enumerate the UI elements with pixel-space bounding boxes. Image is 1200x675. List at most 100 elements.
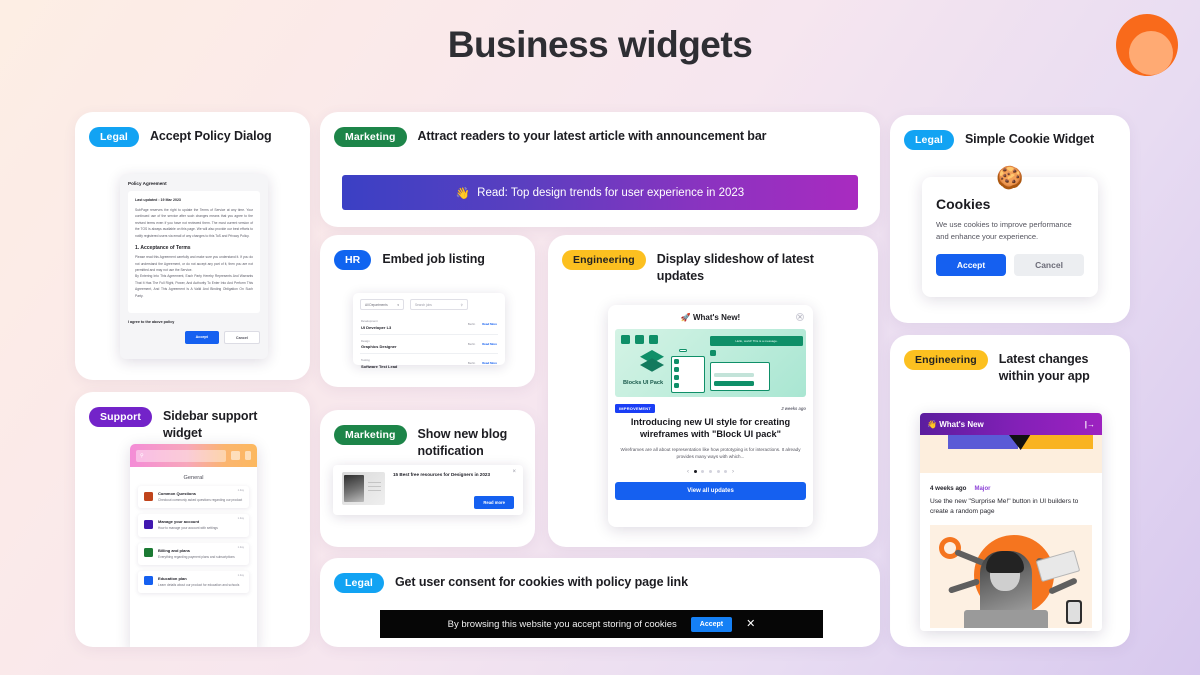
- hero-toast-text: Hello, world! This is a message.: [735, 339, 778, 343]
- card-announcement-bar[interactable]: Marketing Attract readers to your latest…: [320, 112, 880, 227]
- rocket-icon: 🚀: [680, 313, 691, 322]
- support-item-row: Billing and plans Everything regarding p…: [144, 548, 243, 560]
- support-item-row: Education plan Learn details about our p…: [144, 576, 243, 588]
- pagination-dot-active[interactable]: [693, 470, 697, 474]
- card-blog-notification[interactable]: Marketing Show new blog notification × 1…: [320, 410, 535, 547]
- whats-new-illustration: [930, 525, 1092, 629]
- job-row[interactable]: Design Graphics Designer Berlin Read Mor…: [360, 335, 498, 354]
- search-icon: ⚲: [460, 302, 463, 307]
- card-latest-changes[interactable]: Engineering Latest changes within your a…: [890, 335, 1130, 647]
- whats-new-meta: 4 weeks ago Major: [920, 473, 1102, 492]
- job-read-more-link[interactable]: Read More: [482, 361, 497, 365]
- job-read-more-link[interactable]: Read More: [482, 322, 497, 326]
- collapse-icon[interactable]: [245, 451, 251, 460]
- policy-section-paragraph-1: Please read this Agreement carefully and…: [135, 255, 253, 272]
- policy-dialog-body[interactable]: Last updated : 19 Mar 2023 SubPage reser…: [128, 191, 260, 313]
- job-row[interactable]: Development UI Developer L3 Berlin Read …: [360, 315, 498, 335]
- job-department: Design: [361, 338, 370, 343]
- thumbnail-line: [368, 482, 381, 484]
- job-row-info: Testing Software Test Lead: [361, 358, 468, 369]
- card-title: Simple Cookie Widget: [964, 132, 1095, 146]
- policy-accept-button[interactable]: Accept: [184, 331, 219, 344]
- card-header: Engineering Display slideshow of latest …: [548, 235, 878, 284]
- search-icon: ⚲: [140, 452, 144, 459]
- cookie-consent-bar: By browsing this website you accept stor…: [380, 610, 823, 638]
- cookie-accept-button[interactable]: Accept: [936, 253, 1006, 276]
- support-item-title: Education plan: [158, 575, 187, 581]
- collapse-panel-icon[interactable]: |→: [1085, 420, 1095, 429]
- chat-icon[interactable]: [231, 451, 240, 460]
- card-header: Legal Simple Cookie Widget: [890, 115, 1130, 151]
- cookie-bar-accept-button[interactable]: Accept: [690, 616, 733, 632]
- support-item-desc: Checkout commonly asked questions regard…: [158, 498, 243, 502]
- support-list-item[interactable]: 1 day Common Questions Checkout commonly…: [138, 486, 249, 509]
- job-row[interactable]: Testing Software Test Lead Berlin Read M…: [360, 354, 498, 373]
- policy-dialog-heading: Policy Agreement: [128, 181, 167, 186]
- whats-new-panel: 👋 What's New |→ 4 weeks ago Major Use th…: [920, 413, 1102, 631]
- card-header: Engineering Latest changes within your a…: [890, 335, 1130, 384]
- support-list-item[interactable]: 1 day Education plan Learn details about…: [138, 570, 249, 594]
- close-icon[interactable]: ✕: [746, 618, 755, 630]
- policy-section-paragraph-2: By Entering Into This Agreement, Each Pa…: [135, 274, 253, 298]
- support-item-title: Billing and plans: [158, 547, 191, 553]
- card-title: Accept Policy Dialog: [149, 129, 272, 143]
- policy-agree-label[interactable]: I agree to the above policy: [128, 320, 260, 324]
- card-title: Get user consent for cookies with policy…: [394, 575, 688, 589]
- cookie-actions: Accept Cancel: [936, 253, 1084, 276]
- education-icon: [144, 576, 153, 586]
- job-row-info: Design Graphics Designer: [361, 339, 468, 350]
- wave-hand-icon: 👋: [927, 419, 937, 429]
- pagination-dot[interactable]: [724, 470, 728, 474]
- support-item-ago: 1 day: [237, 573, 244, 577]
- support-list-item[interactable]: 1 day Manage your account How to manage …: [138, 514, 249, 537]
- next-arrow-icon[interactable]: ›: [732, 469, 734, 475]
- blog-notification-toast: × 15 Best free resources for Designers i…: [333, 465, 523, 515]
- support-item-title: Common Questions: [158, 491, 197, 496]
- card-cookie-consent-bar[interactable]: Legal Get user consent for cookies with …: [320, 558, 880, 647]
- job-search-input[interactable]: Search jobs ⚲: [410, 299, 468, 310]
- tag-engineering: Engineering: [562, 250, 646, 271]
- cookie-consent-dialog: 🍪 Cookies We use cookies to improve perf…: [922, 165, 1098, 297]
- job-department: Development: [361, 319, 378, 323]
- job-location: Berlin: [467, 341, 476, 346]
- card-header: Legal Get user consent for cookies with …: [320, 558, 880, 594]
- hero-wire-dot: [674, 359, 679, 364]
- policy-intro-paragraph: SubPage reserves the right to update the…: [135, 208, 253, 238]
- policy-last-updated: Last updated : 19 Mar 2023: [135, 198, 181, 202]
- support-search-input[interactable]: ⚲: [136, 449, 226, 462]
- policy-cancel-button[interactable]: Cancel: [223, 331, 260, 344]
- whats-new-label: Major: [974, 485, 991, 492]
- slideshow-pagination: ‹ ›: [615, 469, 806, 475]
- illustration-person-hair: [986, 551, 1024, 574]
- close-icon[interactable]: ×: [512, 469, 516, 475]
- tag-support: Support: [89, 407, 152, 428]
- card-header: Marketing Show new blog notification: [320, 410, 535, 459]
- hero-wire-dot: [674, 383, 679, 388]
- announcement-bar[interactable]: 👋 Read: Top design trends for user exper…: [342, 175, 858, 210]
- pagination-dot[interactable]: [716, 470, 720, 474]
- card-simple-cookie-widget[interactable]: Legal Simple Cookie Widget 🍪 Cookies We …: [890, 115, 1130, 323]
- cookie-cancel-button[interactable]: Cancel: [1014, 253, 1084, 276]
- card-display-slideshow[interactable]: Engineering Display slideshow of latest …: [548, 235, 878, 547]
- pagination-dot[interactable]: [701, 470, 705, 474]
- job-read-more-link[interactable]: Read More: [482, 342, 497, 346]
- card-accept-policy-dialog[interactable]: Legal Accept Policy Dialog Policy Agreem…: [75, 112, 310, 380]
- policy-section-heading: 1. Acceptance of Terms: [135, 245, 191, 252]
- pagination-dot[interactable]: [708, 470, 713, 474]
- slideshow-timestamp: 2 weeks ago: [781, 406, 806, 411]
- view-all-updates-button[interactable]: View all updates: [615, 481, 806, 500]
- tag-marketing: Marketing: [334, 127, 407, 148]
- job-title: UI Developer L3: [361, 324, 392, 330]
- prev-arrow-icon[interactable]: ‹: [687, 469, 689, 475]
- department-filter-value: All Departments: [365, 302, 388, 307]
- support-list-item[interactable]: 1 day Billing and plans Everything regar…: [138, 542, 249, 565]
- read-more-button[interactable]: Read more: [474, 496, 514, 509]
- card-sidebar-support-widget[interactable]: Support Sidebar support widget ⚲ General…: [75, 392, 310, 647]
- card-header: Marketing Attract readers to your latest…: [320, 112, 880, 148]
- hero-toast: Hello, world! This is a message.: [710, 336, 803, 346]
- support-item-ago: 1 day: [237, 489, 244, 492]
- department-filter-select[interactable]: All Departments ▾: [360, 299, 404, 310]
- close-icon[interactable]: ✕: [796, 313, 804, 321]
- card-embed-job-listing[interactable]: HR Embed job listing All Departments ▾ S…: [320, 235, 535, 387]
- improvement-badge: IMPROVEMENT: [615, 404, 655, 413]
